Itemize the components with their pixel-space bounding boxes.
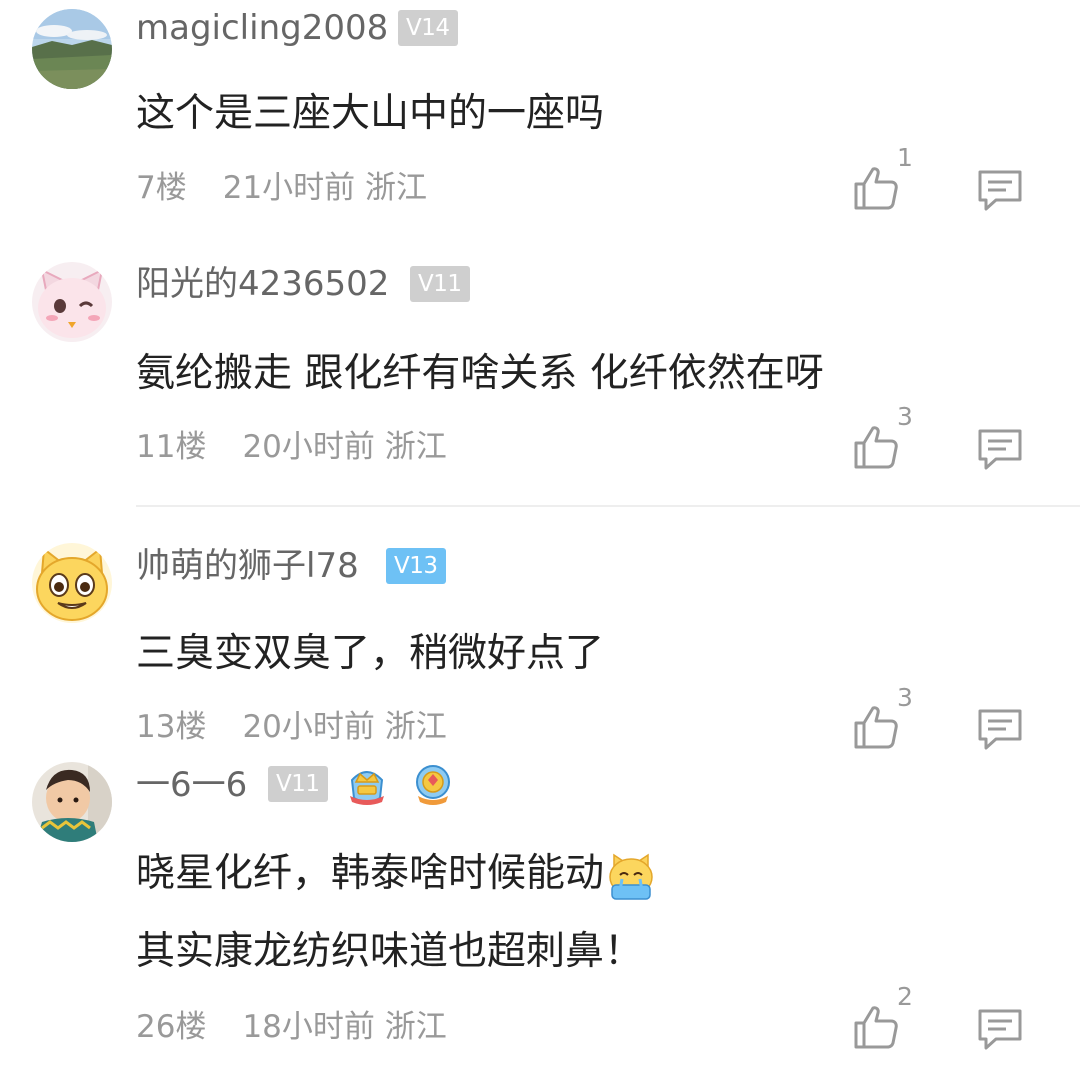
medal-badge-icon xyxy=(350,771,384,805)
medal-badge-icon xyxy=(416,765,450,805)
level-badge: V11 xyxy=(268,766,328,802)
baby-photo-avatar-icon xyxy=(32,762,112,842)
comment-text: 这个是三座大山中的一座吗 xyxy=(136,91,605,136)
comment-text: 晓星化纤，韩泰啥时候能动 xyxy=(136,848,654,901)
level-badge: V13 xyxy=(386,548,446,584)
reply-comment-icon[interactable] xyxy=(976,1005,1024,1053)
like-count: 1 xyxy=(897,143,913,172)
comment-location: 浙江 xyxy=(384,1009,447,1045)
comment-location: 浙江 xyxy=(365,170,428,206)
comment-time: 21小时前 xyxy=(222,170,356,206)
comment-meta: 11楼 20小时前 浙江 xyxy=(136,427,447,467)
comment-text-line: 晓星化纤，韩泰啥时候能动 xyxy=(136,851,605,896)
user-avatar[interactable] xyxy=(32,762,112,842)
username[interactable]: 阳光的4236502 xyxy=(136,264,389,304)
thumbs-up-icon[interactable] xyxy=(852,423,900,471)
comment-location: 浙江 xyxy=(384,709,447,745)
comment-text: 其实康龙纺织味道也超刺鼻！ xyxy=(136,929,644,974)
username[interactable]: 一6一6 xyxy=(136,765,247,805)
level-badge: V11 xyxy=(410,266,470,302)
username[interactable]: magicling2008 xyxy=(136,8,388,48)
reply-comment-icon[interactable] xyxy=(976,705,1024,753)
like-count: 2 xyxy=(897,982,913,1011)
thumbs-up-icon[interactable] xyxy=(852,164,900,212)
like-count: 3 xyxy=(897,683,913,712)
comment-text: 氨纶搬走 跟化纤有啥关系 化纤依然在呀 xyxy=(136,351,824,396)
floor-number: 11楼 xyxy=(136,429,207,465)
reply-comment-icon[interactable] xyxy=(976,425,1024,473)
comment-meta: 26楼 18小时前 浙江 xyxy=(136,1007,447,1047)
user-avatar[interactable] xyxy=(32,9,112,89)
thumbs-up-icon[interactable] xyxy=(852,1003,900,1051)
landscape-avatar-icon xyxy=(32,9,112,89)
comment-text: 三臭变双臭了，稍微好点了 xyxy=(136,631,605,676)
username[interactable]: 帅萌的狮子l78 xyxy=(136,546,359,586)
comment-time: 20小时前 xyxy=(242,429,375,465)
comment-time: 18小时前 xyxy=(242,1009,375,1045)
comment-meta: 7楼 21小时前 浙江 xyxy=(136,168,427,208)
floor-number: 13楼 xyxy=(136,709,207,745)
like-count: 3 xyxy=(897,402,913,431)
thumbs-up-icon[interactable] xyxy=(852,703,900,751)
comment-location: 浙江 xyxy=(384,429,447,465)
level-badge: V14 xyxy=(398,10,458,46)
yellow-cat-avatar-icon xyxy=(32,543,112,623)
comment-divider xyxy=(136,505,1080,507)
crying-cat-emoji-icon xyxy=(609,853,653,900)
user-avatar[interactable] xyxy=(32,543,112,623)
reply-comment-icon[interactable] xyxy=(976,166,1024,214)
comment-meta: 13楼 20小时前 浙江 xyxy=(136,707,447,747)
floor-number: 7楼 xyxy=(136,170,187,206)
comment-time: 20小时前 xyxy=(242,709,375,745)
user-avatar[interactable] xyxy=(32,262,112,342)
pink-cat-avatar-icon xyxy=(32,262,112,342)
floor-number: 26楼 xyxy=(136,1009,207,1045)
